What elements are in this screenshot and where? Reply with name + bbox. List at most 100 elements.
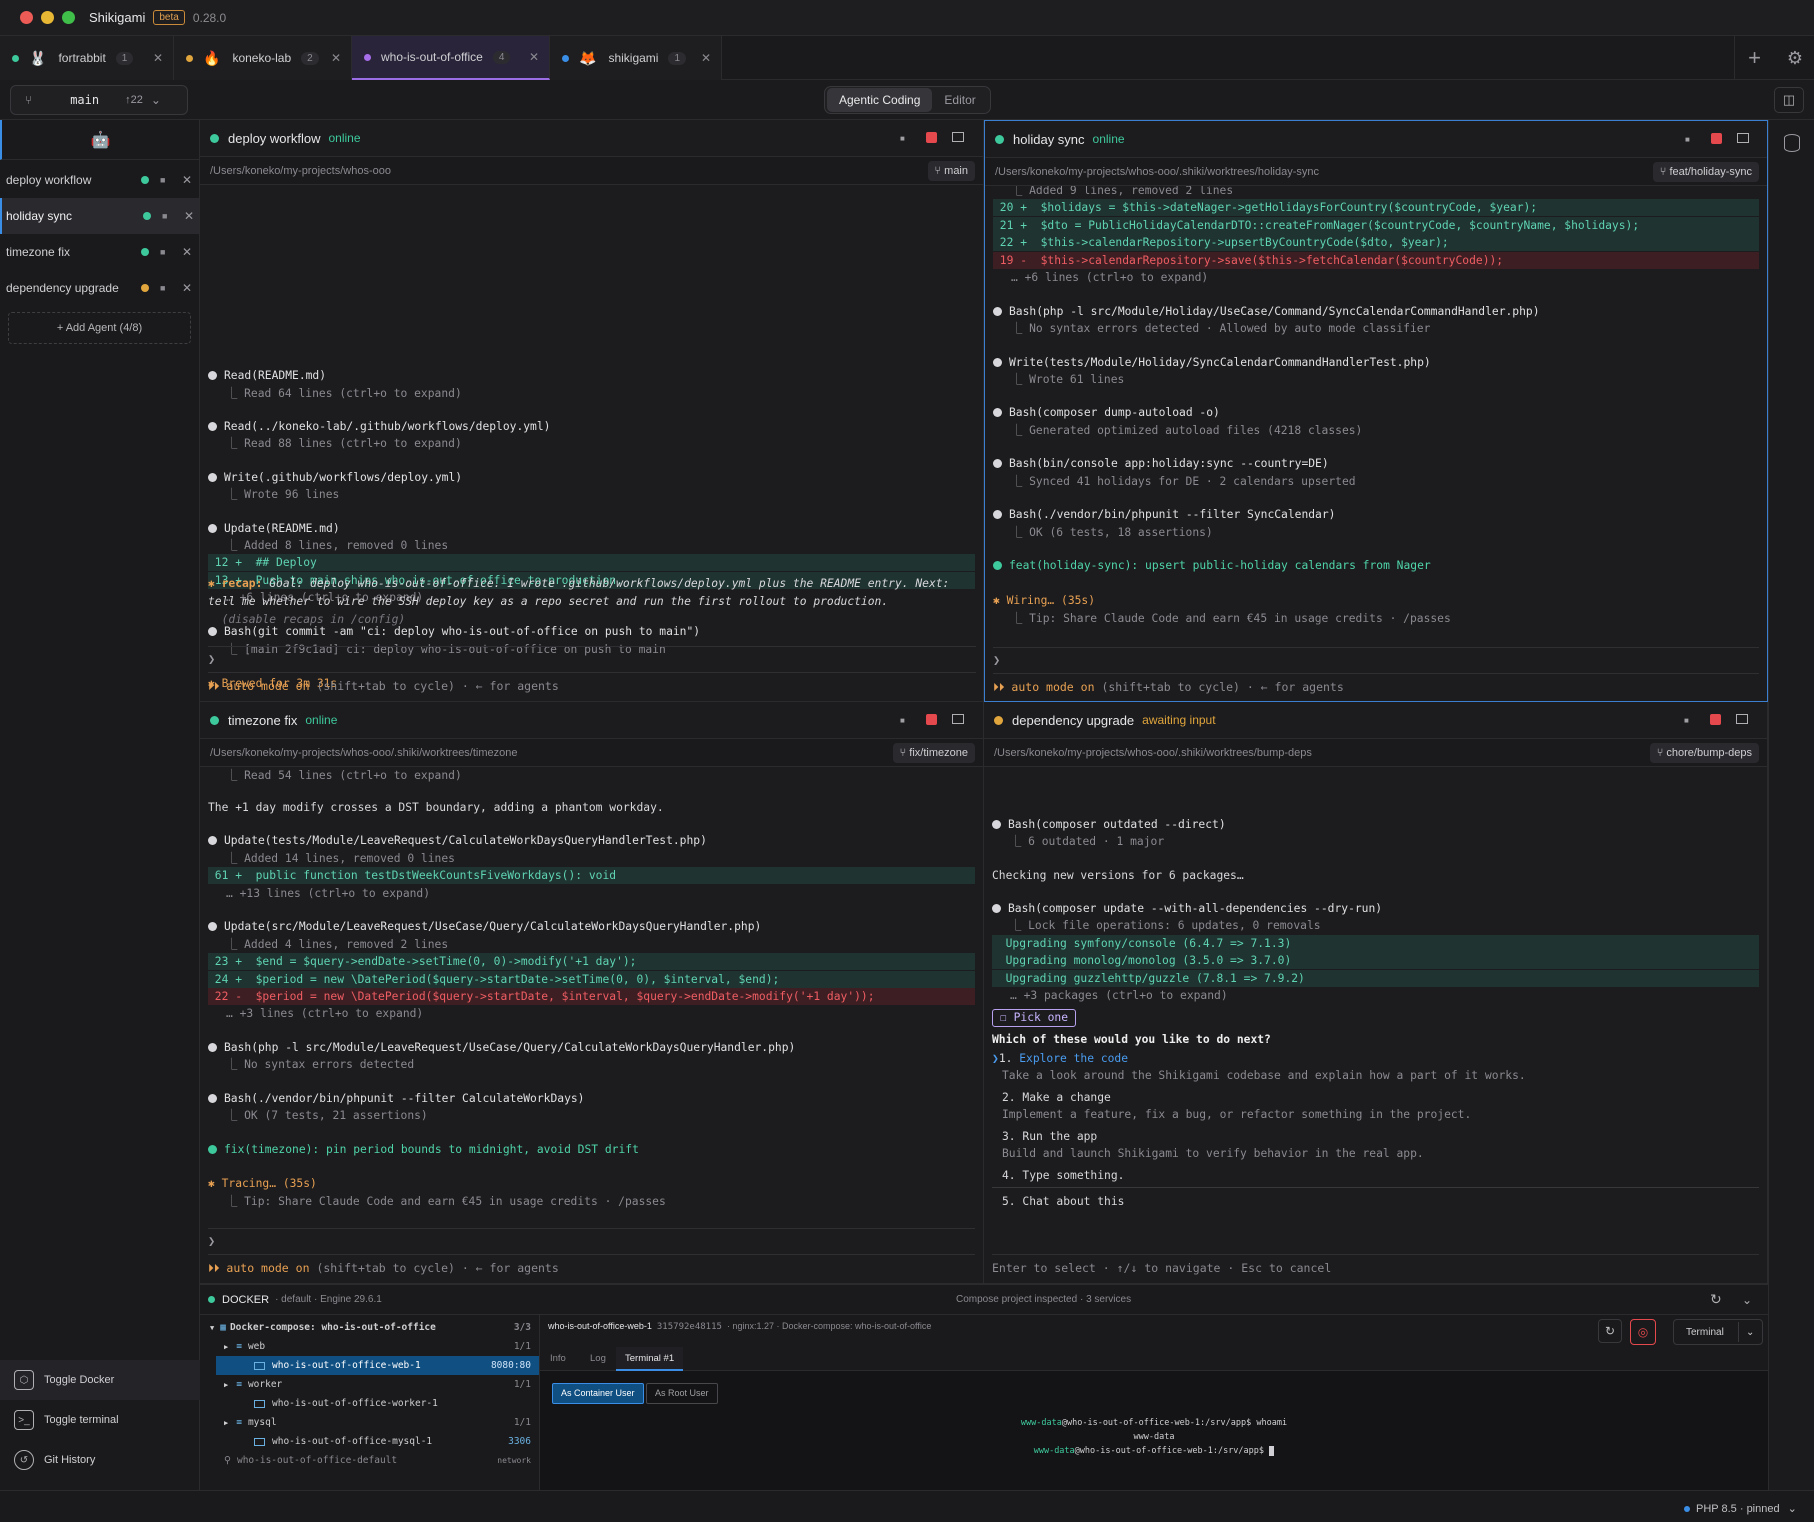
stop-icon[interactable] xyxy=(926,132,937,143)
option-5[interactable]: 5. Chat about this xyxy=(992,1193,1759,1210)
container-row[interactable]: who-is-out-of-office-worker-1 xyxy=(216,1394,539,1413)
worktree-path: /Users/koneko/my-projects/whos-ooo/.shik… xyxy=(995,165,1320,178)
maximize-icon[interactable] xyxy=(1736,714,1748,724)
transcript-line: ⎿ Added 9 lines, removed 2 lines xyxy=(1011,186,1234,197)
caret-right-icon: ▶ xyxy=(224,1342,229,1351)
pause-icon[interactable]: ■ xyxy=(900,134,905,143)
project-tab-koneko-lab[interactable]: 🔥 koneko-lab 2 ✕ xyxy=(174,36,352,80)
docker-context: · default · Engine 29.6.1 xyxy=(275,1294,382,1305)
close-tab-icon[interactable]: ✕ xyxy=(529,50,539,64)
transcript-line: Bash(php -l src/Module/LeaveRequest/UseC… xyxy=(208,1039,975,1056)
stop-container-icon[interactable]: ◎ xyxy=(1630,1319,1656,1345)
close-icon[interactable]: ✕ xyxy=(184,209,194,223)
close-icon[interactable]: ✕ xyxy=(182,281,192,295)
option-3[interactable]: 3. Run the app xyxy=(992,1128,1759,1145)
toolbar: ⑂ main ↑22 ⌄ Agentic Coding Editor ◫ xyxy=(0,80,1814,120)
sidebar-actions: ⬡ Toggle Docker >_ Toggle terminal ↺ Git Hi… xyxy=(0,1360,200,1480)
database-icon[interactable] xyxy=(1783,134,1800,152)
split-layout-icon[interactable]: ◫ xyxy=(1774,87,1804,113)
git-branch-icon: ⑂ xyxy=(1659,166,1670,178)
close-window-button[interactable] xyxy=(20,11,33,24)
add-agent-button[interactable]: + Add Agent (4/8) xyxy=(8,312,191,344)
container-row[interactable]: who-is-out-of-office-mysql-1 3306 xyxy=(216,1432,539,1451)
pause-icon[interactable]: ■ xyxy=(160,175,165,185)
option-4[interactable]: 4. Type something. xyxy=(992,1167,1759,1184)
branch-chip[interactable]: ⑂ chore/bump-deps xyxy=(1649,743,1759,763)
maximize-icon[interactable] xyxy=(1737,133,1749,143)
project-tab-who-is-out-of-office[interactable]: who-is-out-of-office 4 ✕ xyxy=(352,36,550,80)
status-dot xyxy=(995,134,1004,144)
pause-icon[interactable]: ■ xyxy=(900,716,905,725)
pane-path-bar: /Users/koneko/my-projects/whos-ooo/.shik… xyxy=(985,158,1767,186)
robot-icon[interactable]: 🤖 xyxy=(0,120,199,160)
php-status-dot xyxy=(1684,1505,1690,1512)
branch-chip-label: feat/holiday-sync xyxy=(1669,166,1752,178)
service-row[interactable]: ▶ ≡ web 1/1 xyxy=(200,1337,539,1356)
container-icon xyxy=(254,1399,265,1408)
recap-line: ✱ recap: Goal: deploy who-is-out-of-offi… xyxy=(208,577,950,590)
as-container-user-button[interactable]: As Container User xyxy=(552,1383,644,1404)
tab-editor[interactable]: Editor xyxy=(932,88,987,112)
tab-agentic-coding[interactable]: Agentic Coding xyxy=(827,88,933,112)
minimize-window-button[interactable] xyxy=(41,11,54,24)
chevron-down-icon[interactable]: ⌄ xyxy=(1742,1293,1752,1307)
toggle-terminal-button[interactable]: >_ Toggle terminal xyxy=(0,1400,200,1440)
agent-item-dependency-upgrade[interactable]: dependency upgrade ■ ✕ xyxy=(0,270,199,306)
tab-log[interactable]: Log xyxy=(590,1353,606,1364)
agent-item-timezone-fix[interactable]: timezone fix ■ ✕ xyxy=(0,234,199,270)
prompt-input[interactable]: ❯ xyxy=(993,647,1759,671)
agent-item-holiday-sync[interactable]: holiday sync ■ ✕ xyxy=(0,198,199,234)
restart-icon[interactable]: ↻ xyxy=(1598,1319,1622,1343)
service-row[interactable]: ▶ ≡ mysql 1/1 xyxy=(200,1413,539,1432)
compose-project-row[interactable]: ▼ ▦ Docker-compose: who-is-out-of-office 3/… xyxy=(200,1318,539,1337)
prompt-input[interactable]: ❯ xyxy=(208,646,976,670)
close-tab-icon[interactable]: ✕ xyxy=(331,51,341,65)
chevron-down-icon: ⌄ xyxy=(150,93,161,107)
transcript-line: Read(README.md) xyxy=(208,367,975,384)
gear-icon[interactable]: ⚙ xyxy=(1776,36,1814,80)
pause-icon[interactable]: ■ xyxy=(162,211,167,221)
service-row[interactable]: ▶ ≡ worker 1/1 xyxy=(200,1375,539,1394)
stop-icon[interactable] xyxy=(1710,714,1721,725)
branch-chip[interactable]: ⑂ fix/timezone xyxy=(892,743,975,763)
pause-icon[interactable]: ■ xyxy=(1685,135,1690,144)
pause-icon[interactable]: ■ xyxy=(160,283,165,293)
pause-icon[interactable]: ■ xyxy=(160,247,165,257)
upgrade-line: Upgrading monolog/monolog (3.5.0 => 3.7.… xyxy=(992,952,1759,969)
branch-chip[interactable]: ⑂ feat/holiday-sync xyxy=(1652,162,1759,182)
close-icon[interactable]: ✕ xyxy=(182,173,192,187)
maximize-icon[interactable] xyxy=(952,132,964,142)
prompt-input[interactable]: ❯ xyxy=(208,1228,975,1252)
project-tab-shikigami[interactable]: 🦊 shikigami 1 ✕ xyxy=(550,36,722,80)
as-root-user-button[interactable]: As Root User xyxy=(646,1383,718,1404)
tab-info[interactable]: Info xyxy=(550,1353,566,1364)
option-1[interactable]: ❯1. Explore the code xyxy=(992,1050,1759,1067)
zoom-window-button[interactable] xyxy=(62,11,75,24)
refresh-icon[interactable]: ↻ xyxy=(1710,1291,1722,1308)
stop-icon[interactable] xyxy=(926,714,937,725)
maximize-icon[interactable] xyxy=(952,714,964,724)
php-version-indicator[interactable]: PHP 8.5 · pinned ⌄ xyxy=(1684,1502,1797,1515)
close-tab-icon[interactable]: ✕ xyxy=(701,51,711,65)
divider xyxy=(992,1187,1759,1188)
project-status-dot xyxy=(186,54,193,62)
add-project-plus-icon[interactable]: + xyxy=(1734,36,1774,80)
branch-chip[interactable]: ⑂ main xyxy=(927,161,975,181)
close-tab-icon[interactable]: ✕ xyxy=(153,51,163,65)
git-history-label: Git History xyxy=(44,1454,96,1466)
container-row[interactable]: who-is-out-of-office-web-1 8080:80 xyxy=(216,1356,539,1375)
terminal-dropdown[interactable]: Terminal ⌄ xyxy=(1673,1319,1763,1345)
pause-icon[interactable]: ■ xyxy=(1684,716,1689,725)
tab-terminal[interactable]: Terminal #1 xyxy=(616,1347,684,1371)
branch-selector[interactable]: ⑂ main ↑22 ⌄ xyxy=(10,85,188,115)
terminal-area[interactable]: As Container User As Root User www-data@… xyxy=(540,1371,1768,1490)
network-row[interactable]: ⚲ who-is-out-of-office-default network xyxy=(200,1451,539,1470)
stop-icon[interactable] xyxy=(1711,133,1722,144)
option-2[interactable]: 2. Make a change xyxy=(992,1089,1759,1106)
docker-status-text: Compose project inspected · 3 services xyxy=(956,1294,1132,1305)
toggle-docker-button[interactable]: ⬡ Toggle Docker xyxy=(0,1360,200,1400)
git-history-button[interactable]: ↺ Git History xyxy=(0,1440,200,1480)
close-icon[interactable]: ✕ xyxy=(182,245,192,259)
project-tab-fortrabbit[interactable]: 🐰 fortrabbit 1 ✕ xyxy=(0,36,174,80)
agent-item-deploy-workflow[interactable]: deploy workflow ■ ✕ xyxy=(0,162,199,198)
